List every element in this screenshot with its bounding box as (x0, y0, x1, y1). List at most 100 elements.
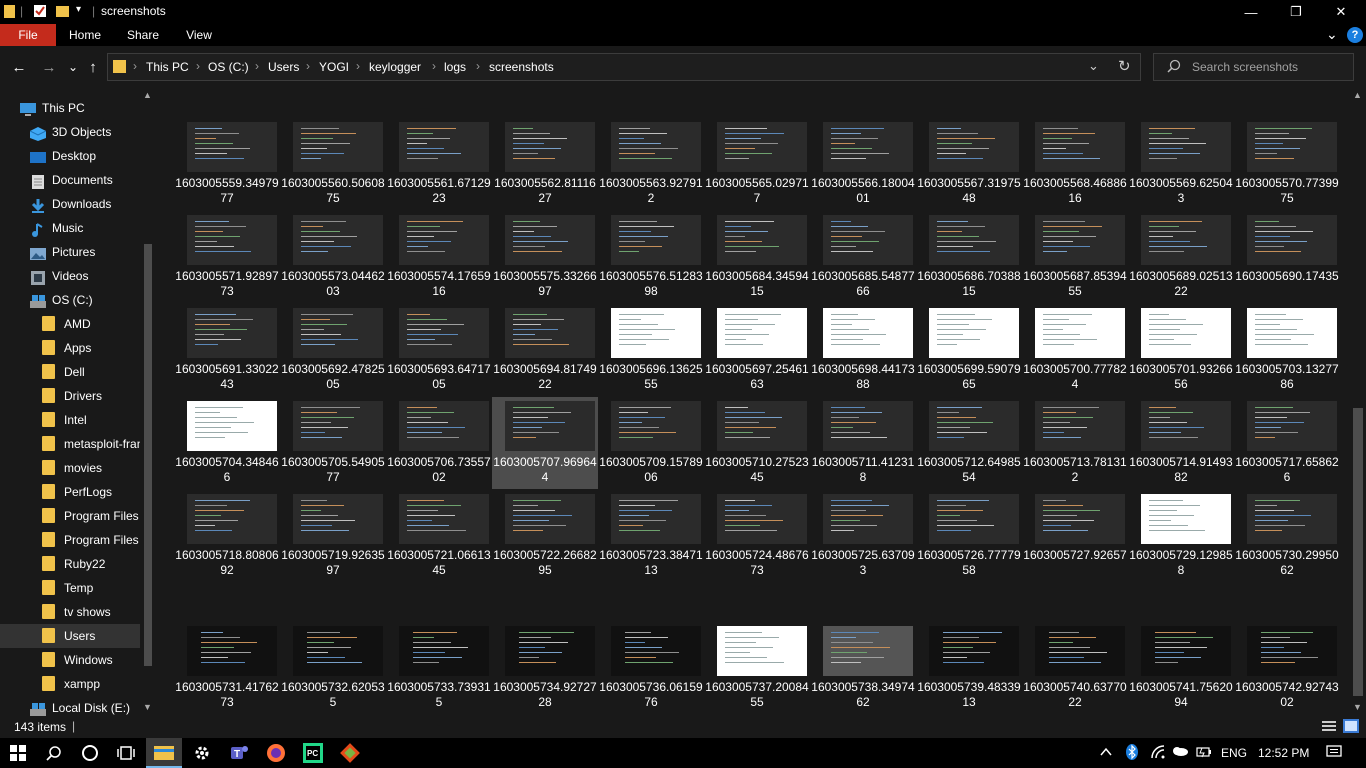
file-item[interactable]: 1603005723.3847113 (598, 490, 704, 582)
breadcrumb-os-c[interactable]: OS (C:) (208, 60, 249, 74)
sidebar-item-downloads[interactable]: Downloads (0, 192, 140, 216)
file-item[interactable]: 1603005737.2008455 (704, 622, 810, 714)
file-item[interactable]: 1603005561.6712923 (386, 118, 492, 210)
bluetooth-icon[interactable] (1126, 744, 1138, 763)
expand-ribbon-button[interactable]: ⌄ (1326, 26, 1338, 43)
file-item[interactable]: 1603005719.9263597 (280, 490, 386, 582)
file-item[interactable]: 1603005736.0615976 (598, 622, 704, 714)
recent-locations-button[interactable]: ⌄ (62, 57, 84, 77)
file-item[interactable]: 1603005562.8111627 (492, 118, 598, 210)
details-view-icon[interactable] (1322, 720, 1336, 735)
file-item[interactable]: 1603005692.4782505 (280, 304, 386, 396)
sidebar-item-pictures[interactable]: Pictures (0, 240, 140, 264)
task-view-icon[interactable] (108, 738, 144, 768)
address-bar[interactable]: › This PC › OS (C:) › Users › YOGI › key… (107, 53, 1141, 81)
file-item[interactable]: 1603005570.7739975 (1234, 118, 1340, 210)
file-item[interactable]: 1603005557.029355 (1128, 88, 1234, 89)
minimize-button[interactable]: — (1228, 0, 1274, 24)
file-item[interactable]: 1603005555.8739176 (1022, 88, 1128, 89)
file-item[interactable]: 1603005690.17435 (1234, 211, 1340, 303)
scroll-down-icon[interactable]: ▼ (143, 702, 152, 712)
file-item[interactable]: 1603005571.9289773 (174, 211, 280, 303)
file-item[interactable]: 1603005731.4176273 (174, 622, 280, 714)
language-indicator[interactable]: ENG (1221, 746, 1247, 760)
search-icon[interactable] (36, 738, 72, 768)
tab-view[interactable]: View (172, 24, 226, 46)
clock[interactable]: 12:52 PM (1258, 746, 1309, 760)
file-item[interactable]: 1603005684.3459415 (704, 211, 810, 303)
file-item[interactable]: 1603005741.7562094 (1128, 622, 1234, 714)
new-folder-icon[interactable] (56, 4, 70, 21)
quick-access-dropdown-icon[interactable]: ▾ (76, 4, 81, 15)
show-hidden-icons-icon[interactable] (1100, 746, 1112, 760)
file-item[interactable]: 1603005700.777824 (1022, 304, 1128, 396)
file-item[interactable]: 1603005739.4833913 (916, 622, 1022, 714)
file-item[interactable]: 1603005725.637093 (810, 490, 916, 582)
sidebar-item-drivers[interactable]: Drivers (0, 384, 140, 408)
close-button[interactable]: ✕ (1318, 0, 1364, 24)
file-item[interactable]: 1603005729.129858 (1128, 490, 1234, 582)
file-item[interactable]: 1603005703.1327786 (1234, 304, 1340, 396)
sidebar-item-program-files[interactable]: Program Files ( (0, 528, 146, 552)
file-item[interactable]: 1603005738.3497462 (810, 622, 916, 714)
sidebar-item-apps[interactable]: Apps (0, 336, 140, 360)
scroll-up-icon[interactable]: ▲ (1353, 90, 1362, 100)
sidebar-item-tv-shows[interactable]: tv shows (0, 600, 140, 624)
sidebar-item-os-c[interactable]: OS (C:) (0, 288, 140, 312)
sidebar-item-windows[interactable]: Windows (0, 648, 140, 672)
file-item[interactable]: 1603005547.79765 (280, 88, 386, 89)
sidebar-item-3d-objects[interactable]: 3D Objects (0, 120, 140, 144)
file-item[interactable]: 1603005550.1029055 (492, 88, 598, 89)
search-input[interactable]: Search screenshots (1153, 53, 1354, 81)
file-item[interactable]: 1603005559.3497977 (174, 118, 280, 210)
sidebar-item-desktop[interactable]: Desktop (0, 144, 140, 168)
file-item[interactable]: 1603005685.5487766 (810, 211, 916, 303)
file-item[interactable]: 1603005568.4688616 (1022, 118, 1128, 210)
file-item[interactable]: 1603005724.4867673 (704, 490, 810, 582)
sidebar-item-music[interactable]: Music (0, 216, 140, 240)
sidebar-item-ruby22[interactable]: Ruby22 (0, 552, 140, 576)
address-dropdown-button[interactable]: ⌄ (1088, 58, 1099, 74)
pycharm-icon[interactable]: PC (295, 738, 331, 768)
nav-scrollbar-thumb[interactable] (144, 244, 152, 666)
file-item[interactable]: 1603005575.3326697 (492, 211, 598, 303)
tab-file[interactable]: File (0, 24, 56, 46)
file-item[interactable]: 1603005701.9326656 (1128, 304, 1234, 396)
sidebar-item-temp[interactable]: Temp (0, 576, 140, 600)
sidebar-item-xampp[interactable]: xampp (0, 672, 140, 696)
file-item[interactable]: 1603005551.220901 (598, 88, 704, 89)
breadcrumb-keylogger[interactable]: keylogger (369, 60, 421, 74)
sidebar-item-perflogs[interactable]: PerfLogs (0, 480, 140, 504)
file-explorer-icon[interactable] (146, 738, 182, 768)
large-icons-view-icon[interactable] (1343, 719, 1359, 736)
file-item[interactable]: 1603005546.6257327 (174, 88, 280, 89)
file-item[interactable]: 1603005694.8174922 (492, 304, 598, 396)
tab-share[interactable]: Share (114, 24, 172, 46)
windows-start-icon[interactable] (0, 738, 36, 768)
tab-home[interactable]: Home (56, 24, 114, 46)
file-item[interactable]: 1603005573.0446203 (280, 211, 386, 303)
sidebar-item-local-disk-e[interactable]: Local Disk (E:) (0, 696, 140, 716)
file-item[interactable]: 1603005567.3197548 (916, 118, 1022, 210)
file-item[interactable]: 1603005726.7777958 (916, 490, 1022, 582)
refresh-button[interactable]: ↻ (1118, 57, 1131, 75)
file-item[interactable]: 1603005709.1578906 (598, 397, 704, 489)
file-item[interactable]: 1603005713.781312 (1022, 397, 1128, 489)
file-item[interactable]: 1603005721.0661345 (386, 490, 492, 582)
battery-icon[interactable] (1196, 745, 1212, 762)
file-item[interactable]: 1603005730.2995062 (1234, 490, 1340, 582)
sidebar-item-users[interactable]: Users (0, 624, 140, 648)
file-item[interactable]: 1603005705.5490577 (280, 397, 386, 489)
file-item[interactable]: 1603005734.9272728 (492, 622, 598, 714)
firefox-icon[interactable] (258, 738, 294, 768)
action-center-icon[interactable] (1326, 745, 1342, 762)
file-item[interactable]: 1603005689.0251322 (1128, 211, 1234, 303)
file-item[interactable]: 1603005548.9462602 (386, 88, 492, 89)
file-item[interactable]: 1603005563.927912 (598, 118, 704, 210)
file-item[interactable]: 1603005697.2546163 (704, 304, 810, 396)
file-item[interactable]: 1603005558.2002747 (1234, 88, 1340, 89)
file-item[interactable]: 1603005722.2668295 (492, 490, 598, 582)
file-item[interactable]: 1603005553.5260248 (810, 88, 916, 89)
breadcrumb-logs[interactable]: logs (444, 60, 466, 74)
file-item[interactable]: 1603005699.5907965 (916, 304, 1022, 396)
